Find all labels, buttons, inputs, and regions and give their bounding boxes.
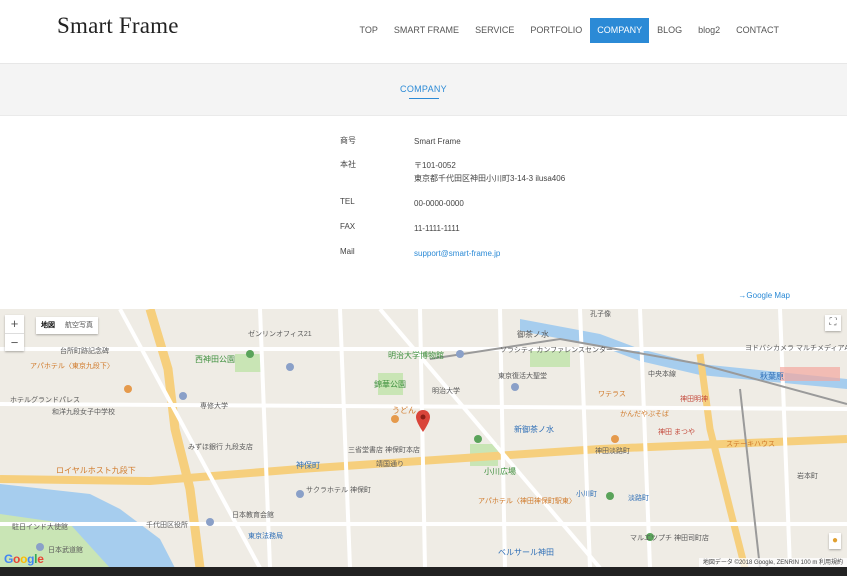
main-nav: TOP SMART FRAME SERVICE PORTFOLIO COMPAN… — [352, 18, 787, 43]
location-pin-icon[interactable] — [416, 410, 430, 432]
google-map-link[interactable]: →Google Map — [738, 291, 790, 300]
google-logo: Google — [4, 552, 44, 566]
map-label-chiyoda-office: 千代田区役所 — [146, 522, 188, 529]
map-label-yasukuni-dori: 靖国通り — [376, 461, 404, 468]
label-company-name: 商号 — [340, 136, 356, 145]
nav-item-company[interactable]: COMPANY — [590, 18, 650, 43]
label-mail: Mail — [340, 247, 355, 256]
map-label-budokan: 日本武道館 — [48, 547, 83, 554]
pegman-icon[interactable]: ● — [829, 533, 841, 549]
map-label-steakhouse: ステーキハウス — [726, 441, 775, 448]
nav-item-service[interactable]: SERVICE — [467, 18, 522, 43]
map-label-sakura-hotel: サクラホテル 神保町 — [306, 487, 371, 494]
value-company-name: Smart Frame — [414, 137, 461, 146]
map-label-udon: うどん — [392, 406, 416, 415]
label-address: 本社 — [340, 160, 356, 169]
map-label-yodobashi: ヨドバシカメラ マルチメディアAkiba — [745, 345, 847, 352]
map-label-houmukyoku: 東京法務局 — [248, 533, 283, 540]
map-label-sanseido: 三省堂書店 神保町本店 — [348, 447, 420, 454]
nav-item-portfolio[interactable]: PORTFOLIO — [522, 18, 590, 43]
value-address: 東京都千代田区神田小川町3-14-3 ilusa406 — [414, 174, 566, 183]
label-tel: TEL — [340, 197, 355, 206]
map-label-monument: 台所町跡記念碑 — [60, 348, 109, 355]
value-fax: 11-1111-1111 — [414, 224, 460, 233]
map-label-solacity: ソラシティ カンファレンスセンター — [500, 347, 614, 354]
map-label-jimbocho: 神保町 — [296, 461, 320, 470]
map-label-chuo-line: 中央本線 — [648, 371, 676, 378]
map-label-confucius: 孔子像 — [590, 311, 611, 318]
map-label-kyoiku-kaikan: 日本教育会館 — [232, 512, 274, 519]
map-label-meiji-univ: 明治大学 — [432, 388, 460, 395]
nav-item-top[interactable]: TOP — [352, 18, 386, 43]
map-label-apa-kudanshita: アパホテル〈東京九段下〉 — [30, 363, 114, 370]
nav-item-contact[interactable]: CONTACT — [728, 18, 787, 43]
map-label-ogawa-hiroba: 小川広場 — [484, 467, 516, 476]
label-fax: FAX — [340, 222, 356, 231]
value-postal-code: 〒101-0052 — [414, 161, 456, 170]
map-label-cathedral: 東京復活大聖堂 — [498, 373, 547, 380]
map-label-waterras: ワテラス — [598, 391, 626, 398]
site-logo[interactable]: Smart Frame — [57, 13, 179, 39]
map-label-royal-host: ロイヤルホスト九段下 — [56, 466, 136, 475]
map-label-maruetsu: マルエツプチ 神田司町店 — [630, 535, 709, 542]
map-label-shin-ochanomizu: 新御茶ノ水 — [514, 425, 554, 434]
map-label-ogawamachi: 小川町 — [576, 491, 597, 498]
site-header: Smart Frame TOP SMART FRAME SERVICE PORT… — [0, 0, 847, 63]
map-label-bellesalle: ベルサール神田 — [498, 548, 554, 557]
zoom-control: + − — [5, 315, 24, 351]
map-label-grand-palace: ホテルグランドパレス — [10, 397, 80, 404]
nav-item-blog[interactable]: BLOG — [649, 18, 690, 43]
map-label-india-embassy: 駐日インド大使館 — [12, 524, 68, 531]
map-label-ochanomizu: 御茶ノ水 — [517, 330, 549, 339]
fullscreen-icon[interactable]: ⛶ — [825, 315, 841, 331]
map-type-roadmap-button[interactable]: 地図 — [36, 317, 60, 334]
map-label-kanda-awajicho: 神田淡路町 — [595, 448, 630, 455]
mail-link[interactable]: support@smart-frame.jp — [414, 247, 500, 260]
map-label-akihabara: 秋葉原 — [760, 372, 784, 381]
map-label-wayo-school: 和洋九段女子中学校 — [52, 409, 115, 416]
map-label-kanda-matsuya: 神田 まつや — [658, 429, 695, 436]
footer-bar — [0, 567, 847, 576]
value-tel: 00-0000-0000 — [414, 199, 464, 208]
embedded-map[interactable]: ゼンリンオフィス21 台所町跡記念碑 アパホテル〈東京九段下〉 西神田公園 明治… — [0, 309, 847, 568]
title-underline — [409, 98, 439, 99]
map-label-kanda-myojin: 神田明神 — [680, 396, 708, 403]
zoom-out-button[interactable]: − — [5, 333, 24, 351]
map-label-iwamotocho: 岩本町 — [797, 473, 818, 480]
map-label-mizuho: みずほ銀行 九段支店 — [188, 444, 253, 451]
map-label-meiji-museum: 明治大学博物館 — [388, 351, 444, 360]
nav-item-smart-frame[interactable]: SMART FRAME — [386, 18, 467, 43]
page-title: COMPANY — [400, 84, 447, 94]
map-type-control: 地図 航空写真 — [36, 317, 98, 334]
nav-item-blog2[interactable]: blog2 — [690, 18, 728, 43]
map-label-awajicho: 淡路町 — [628, 495, 649, 502]
map-label-nishikanda-park: 西神田公園 — [195, 355, 235, 364]
map-label-senshu-univ: 専修大学 — [200, 403, 228, 410]
map-label-zenrin: ゼンリンオフィス21 — [248, 331, 312, 338]
map-label-kinka-park: 錦華公園 — [374, 380, 406, 389]
map-label-yabusoba: かんだやぶそば — [620, 411, 669, 418]
map-type-satellite-button[interactable]: 航空写真 — [60, 317, 98, 334]
map-canvas[interactable] — [0, 309, 847, 568]
map-label-apa-jimbocho: アパホテル〈神田神保町駅東〉 — [478, 498, 576, 505]
page-title-band: COMPANY — [0, 63, 847, 116]
zoom-in-button[interactable]: + — [5, 315, 24, 333]
